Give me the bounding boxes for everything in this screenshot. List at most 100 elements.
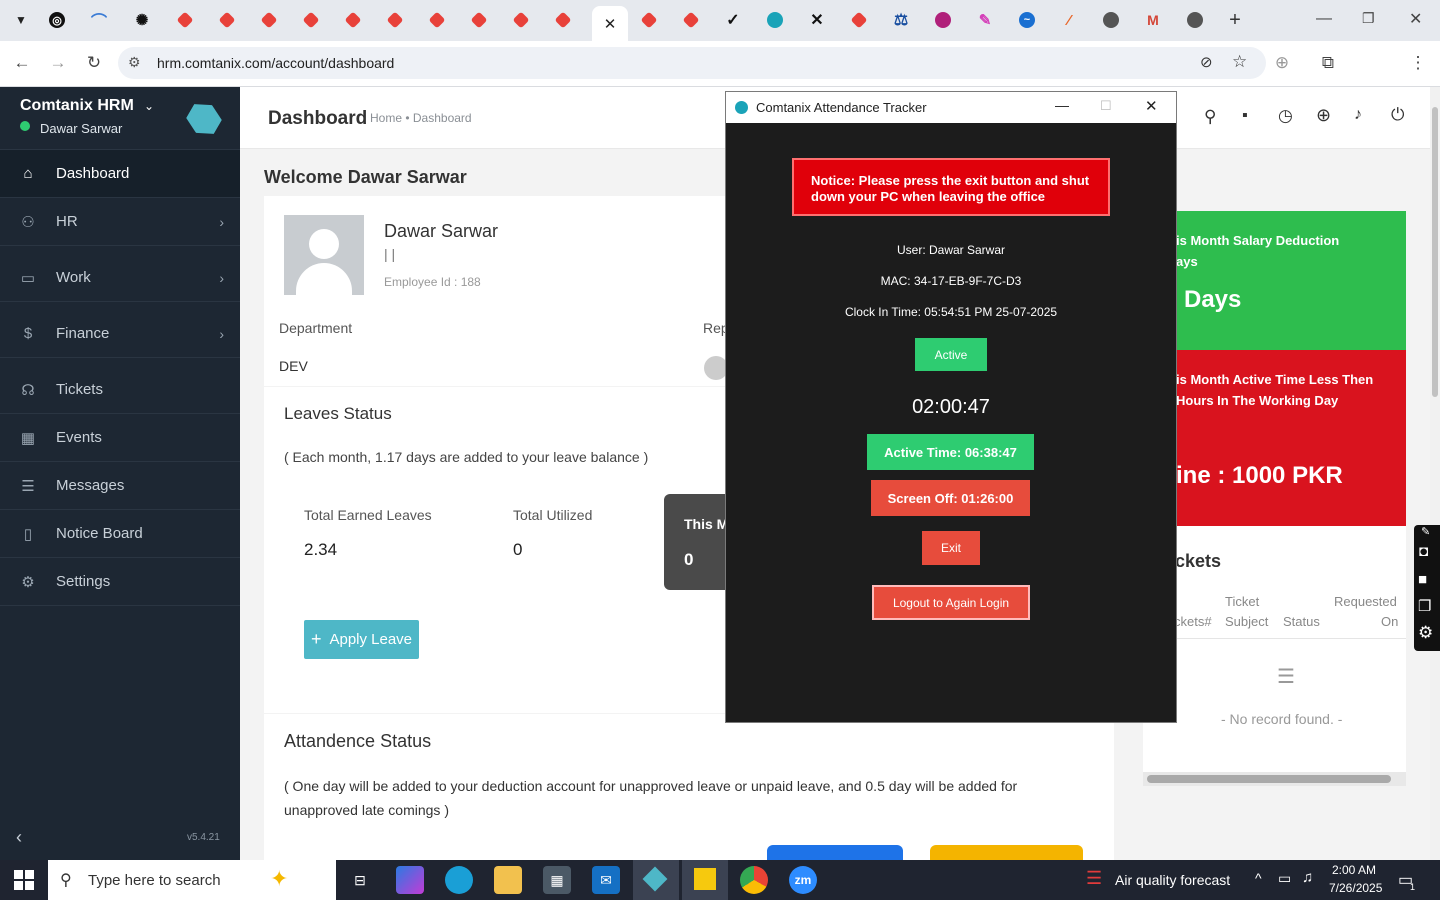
tab[interactable] (758, 6, 792, 34)
address-bar[interactable]: ⚙ hrm.comtanix.com/account/dashboard ⊘ ☆ (118, 47, 1266, 79)
sidebar-item-finance[interactable]: $ Finance › (0, 310, 240, 358)
file-explorer-icon[interactable] (494, 866, 522, 894)
sidebar-item-tickets[interactable]: ☊ Tickets (0, 366, 240, 414)
tab[interactable] (252, 6, 286, 34)
bookmark-star-icon[interactable]: ☆ (1232, 52, 1247, 72)
horizontal-scrollbar[interactable] (1143, 772, 1406, 786)
col-requested[interactable]: Requested (1334, 594, 1397, 609)
tab[interactable] (294, 6, 328, 34)
notes-icon[interactable]: ▪ (1242, 107, 1248, 125)
tab[interactable] (378, 6, 412, 34)
task-view-icon[interactable]: ⊟ (346, 866, 374, 894)
tab[interactable]: ✓ (716, 6, 750, 34)
volume-icon[interactable]: ♫ (1302, 869, 1313, 886)
tracker-titlebar[interactable]: Comtanix Attendance Tracker — ☐ ✕ (726, 92, 1176, 123)
network-icon[interactable]: ▭ (1278, 870, 1291, 887)
reload-icon[interactable]: ↻ (82, 51, 106, 75)
col-tickets-number[interactable]: ckets# (1174, 614, 1212, 629)
tab[interactable]: M (1136, 6, 1170, 34)
forward-icon[interactable]: → (46, 51, 70, 75)
copy-icon[interactable]: ❐ (1418, 597, 1431, 615)
url-text[interactable]: hrm.comtanix.com/account/dashboard (157, 55, 394, 71)
tab[interactable] (674, 6, 708, 34)
extensions-icon[interactable]: ⧉ (1316, 51, 1340, 75)
tab[interactable] (926, 6, 960, 34)
search-icon[interactable]: ⚲ (1204, 107, 1216, 127)
zoom-icon[interactable]: zm (789, 866, 817, 894)
taskbar-search-box[interactable]: ⚲ Type here to search ✦ (48, 860, 336, 900)
power-icon[interactable]: ⏻ (1391, 105, 1404, 125)
chrome-icon[interactable] (740, 866, 768, 894)
tab[interactable] (420, 6, 454, 34)
tab[interactable] (1178, 6, 1212, 34)
weather-text[interactable]: Air quality forecast (1115, 872, 1230, 888)
apply-leave-button[interactable]: + Apply Leave (304, 620, 419, 659)
minimize-icon[interactable]: — (1316, 10, 1332, 28)
tab-active[interactable]: ✕ (592, 6, 628, 41)
clock-time[interactable]: 2:00 AM (1332, 863, 1376, 877)
tab[interactable] (336, 6, 370, 34)
chevron-down-icon[interactable]: ⌄ (144, 99, 154, 113)
maximize-icon[interactable]: ☐ (1100, 98, 1112, 114)
translate-icon[interactable]: ⊕ (1270, 51, 1294, 75)
tab[interactable]: ~ (1010, 6, 1044, 34)
chevron-up-icon[interactable]: ^ (1255, 870, 1262, 886)
sidebar-item-dashboard[interactable]: ⌂ Dashboard (0, 150, 240, 198)
site-info-icon[interactable]: ⚙ (128, 54, 141, 71)
store-icon[interactable]: ▦ (543, 866, 571, 894)
sidebar-item-notice-board[interactable]: ▯ Notice Board (0, 510, 240, 558)
clock-icon[interactable]: ◷ (1278, 106, 1293, 126)
gear-icon[interactable]: ⚙ (1418, 623, 1433, 643)
restore-icon[interactable]: ❐ (1362, 10, 1375, 27)
air-quality-icon[interactable]: ☰ (1086, 868, 1102, 889)
tab[interactable] (1094, 6, 1128, 34)
tab[interactable] (632, 6, 666, 34)
windows-start-icon[interactable] (14, 870, 34, 890)
tab[interactable]: ◎ (40, 6, 74, 34)
vertical-scrollbar[interactable] (1430, 87, 1440, 860)
close-tab-icon[interactable]: ✕ (604, 15, 617, 33)
bell-icon[interactable]: ♪ (1354, 106, 1362, 124)
camera-icon[interactable]: ◘ (1419, 543, 1428, 560)
edge-icon[interactable] (445, 866, 473, 894)
sidebar-item-messages[interactable]: ☰ Messages (0, 462, 240, 510)
new-tab-button[interactable]: + (1218, 6, 1252, 34)
tab[interactable] (462, 6, 496, 34)
eye-off-icon[interactable]: ⊘ (1200, 53, 1213, 71)
tab[interactable] (546, 6, 580, 34)
collapse-sidebar-icon[interactable]: ‹ (16, 827, 22, 848)
brand-name[interactable]: Comtanix HRM (20, 97, 134, 115)
back-icon[interactable]: ← (10, 51, 34, 75)
close-window-icon[interactable]: ✕ (1409, 9, 1422, 29)
sidebar-item-settings[interactable]: ⚙ Settings (0, 558, 240, 606)
tracker-taskbar-button[interactable] (633, 860, 679, 900)
col-on[interactable]: On (1381, 614, 1398, 629)
sidebar-item-hr[interactable]: ⚇ HR › (0, 198, 240, 246)
breadcrumb[interactable]: Home • Dashboard (370, 111, 472, 125)
minimize-icon[interactable]: — (1055, 97, 1069, 113)
sidebar-item-events[interactable]: ▦ Events (0, 414, 240, 462)
sticky-notes-button[interactable] (682, 860, 728, 900)
logout-button[interactable]: Logout to Again Login (872, 585, 1030, 620)
close-icon[interactable]: ✕ (1145, 97, 1158, 115)
mail-icon[interactable]: ✉ (592, 866, 620, 894)
tab[interactable]: ⌒ (82, 6, 116, 34)
sidebar-item-work[interactable]: ▭ Work › (0, 254, 240, 302)
tab[interactable] (842, 6, 876, 34)
tab[interactable] (210, 6, 244, 34)
edit-icon[interactable]: ✎ (1421, 525, 1430, 538)
tab[interactable]: ⁄ (1052, 6, 1086, 34)
tab[interactable]: ✺ (125, 6, 159, 34)
video-icon[interactable]: ■ (1418, 571, 1427, 588)
clock-date[interactable]: 7/26/2025 (1329, 881, 1382, 895)
menu-icon[interactable]: ⋮ (1406, 51, 1430, 75)
add-circle-icon[interactable]: ⊕ (1316, 105, 1331, 126)
scrollbar-thumb[interactable] (1147, 775, 1391, 783)
tab[interactable]: ⚖ (884, 6, 918, 34)
tab-search-dropdown[interactable]: ▼ (4, 6, 38, 34)
exit-button[interactable]: Exit (922, 531, 980, 565)
col-subject[interactable]: Subject (1225, 614, 1268, 629)
scrollbar-thumb[interactable] (1432, 107, 1438, 397)
tab[interactable]: ✎ (968, 6, 1002, 34)
tab[interactable] (504, 6, 538, 34)
